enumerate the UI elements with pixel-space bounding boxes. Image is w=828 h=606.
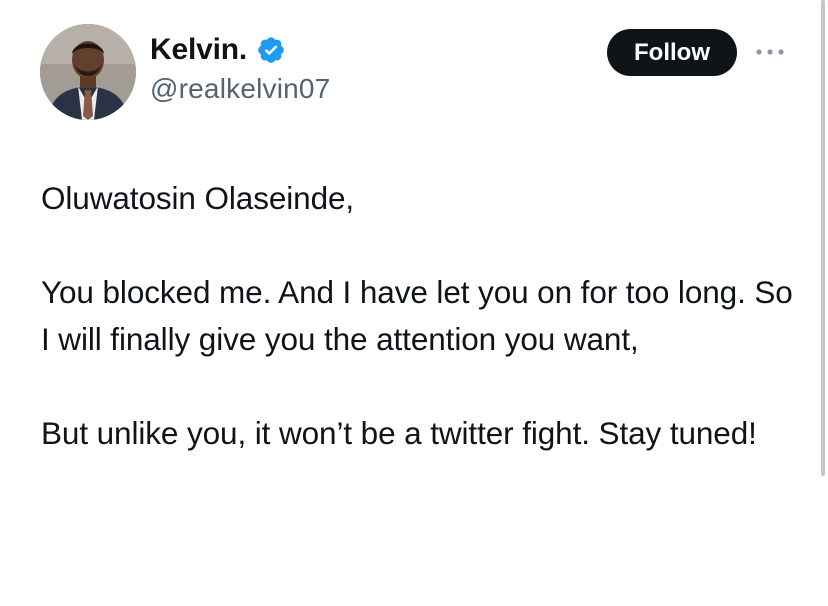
- more-options-button[interactable]: [752, 38, 788, 66]
- author-info: Kelvin. @realkelvin07: [150, 30, 330, 105]
- more-horizontal-icon: [756, 49, 784, 55]
- tweet-card: Kelvin. @realkelvin07 Follow Oluwatosin …: [0, 0, 828, 606]
- handle[interactable]: @realkelvin07: [150, 73, 330, 105]
- name-row: Kelvin.: [150, 30, 330, 70]
- avatar-photo-icon: [40, 24, 136, 120]
- tweet-paragraph: You blocked me. And I have let you on fo…: [41, 274, 793, 357]
- scrollbar[interactable]: [821, 0, 825, 476]
- tweet-text: Oluwatosin Olaseinde, You blocked me. An…: [41, 175, 801, 457]
- tweet-paragraph: Oluwatosin Olaseinde,: [41, 180, 355, 216]
- avatar[interactable]: [40, 24, 136, 120]
- verified-badge-icon: [258, 37, 284, 63]
- display-name[interactable]: Kelvin.: [150, 33, 247, 67]
- tweet-paragraph: But unlike you, it won’t be a twitter fi…: [41, 415, 757, 451]
- follow-button[interactable]: Follow: [607, 29, 737, 76]
